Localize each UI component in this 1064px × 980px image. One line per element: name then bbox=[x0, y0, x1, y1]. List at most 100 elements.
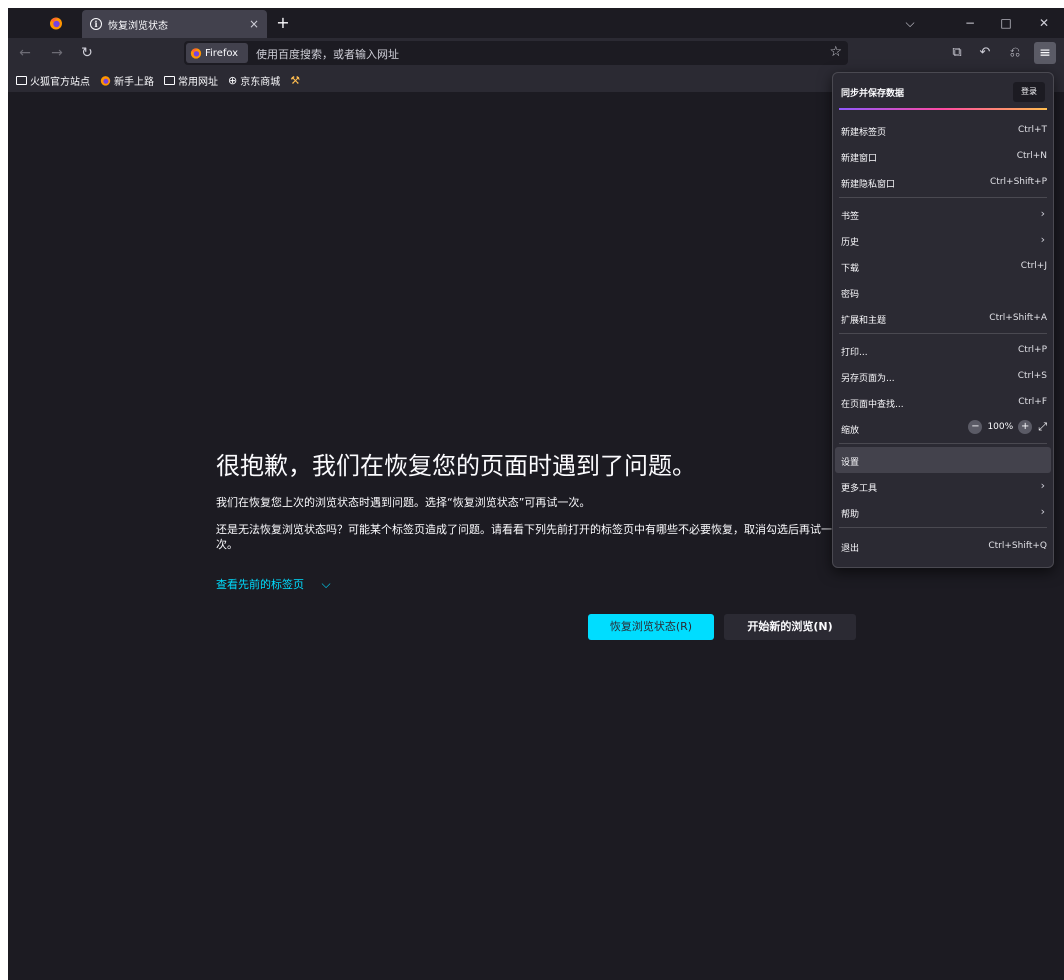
maximize-button[interactable]: □ bbox=[988, 8, 1024, 38]
firefox-logo-icon bbox=[100, 75, 111, 86]
menu-item-new-window[interactable]: 新建窗口 Ctrl+N bbox=[835, 143, 1051, 169]
identity-box[interactable]: Firefox bbox=[186, 43, 248, 63]
menu-item-addons-themes[interactable]: 扩展和主题 Ctrl+Shift+A bbox=[835, 305, 1051, 331]
menu-item-downloads[interactable]: 下载 Ctrl+J bbox=[835, 253, 1051, 279]
tab-close-icon[interactable]: × bbox=[249, 17, 259, 31]
chevron-right-icon: › bbox=[1040, 505, 1045, 518]
menu-item-history[interactable]: 历史 › bbox=[835, 227, 1051, 253]
menu-item-label: 下载 bbox=[841, 264, 860, 274]
chevron-right-icon: › bbox=[1040, 479, 1045, 492]
page-title: 很抱歉，我们在恢复您的页面时遇到了问题。 bbox=[216, 452, 696, 480]
menu-item-label: 帮助 bbox=[841, 510, 860, 520]
menu-item-save-page[interactable]: 另存页面为... Ctrl+S bbox=[835, 363, 1051, 389]
bookmark-common-sites[interactable]: 常用网址 bbox=[164, 73, 218, 88]
browser-window: i 恢复浏览状态 × + ⌵ − □ ✕ ← → ↻ Firefox 使用百度搜… bbox=[8, 8, 1064, 980]
menu-item-label: 新建隐私窗口 bbox=[841, 180, 896, 190]
reload-button[interactable]: ↻ bbox=[76, 42, 98, 64]
menu-item-passwords[interactable]: 密码 bbox=[835, 279, 1051, 305]
menu-item-label: 更多工具 bbox=[841, 484, 878, 494]
url-input[interactable]: 使用百度搜索，或者输入网址 bbox=[256, 46, 399, 62]
menu-item-shortcut: Ctrl+Shift+A bbox=[989, 313, 1047, 323]
start-new-session-button[interactable]: 开始新的浏览(N) bbox=[724, 614, 856, 640]
menu-item-more-tools[interactable]: 更多工具 › bbox=[835, 473, 1051, 499]
folder-icon bbox=[164, 75, 175, 85]
menu-item-print[interactable]: 打印... Ctrl+P bbox=[835, 337, 1051, 363]
extensions-icon[interactable]: ⎌ bbox=[1004, 42, 1026, 64]
menu-item-shortcut: Ctrl+N bbox=[1016, 151, 1047, 161]
menu-item-shortcut: Ctrl+Shift+P bbox=[990, 177, 1047, 187]
menu-item-label: 扩展和主题 bbox=[841, 316, 887, 326]
nav-bar: ← → ↻ Firefox 使用百度搜索，或者输入网址 ☆ ⧉ ↶ ⎌ ≡ bbox=[8, 38, 1064, 68]
url-bar[interactable]: Firefox 使用百度搜索，或者输入网址 ☆ bbox=[184, 41, 848, 65]
tab-restore-session[interactable]: i 恢复浏览状态 × bbox=[82, 10, 267, 38]
bookmark-label: 京东商城 bbox=[240, 76, 281, 88]
bookmark-label: 火狐官方站点 bbox=[30, 76, 90, 88]
menu-item-quit[interactable]: 退出 Ctrl+Shift+Q bbox=[835, 533, 1051, 559]
bookmark-tools[interactable]: ⚒ bbox=[290, 74, 303, 87]
app-menu-panel: 同步并保存数据 登录 新建标签页 Ctrl+T 新建窗口 Ctrl+N 新建隐私… bbox=[832, 72, 1054, 568]
close-window-button[interactable]: ✕ bbox=[1026, 8, 1062, 38]
menu-item-label: 书签 bbox=[841, 212, 860, 222]
menu-item-label: 打印... bbox=[841, 348, 868, 358]
zoom-controls: − 100% + ⤢ bbox=[968, 420, 1047, 434]
bookmark-jd-mall[interactable]: ⊕ 京东商城 bbox=[228, 73, 280, 88]
bookmark-firefox-official[interactable]: 火狐官方站点 bbox=[16, 73, 90, 88]
zoom-out-button[interactable]: − bbox=[968, 420, 983, 434]
menu-item-label: 密码 bbox=[841, 290, 860, 300]
bookmark-getting-started[interactable]: 新手上路 bbox=[100, 73, 154, 88]
view-previous-tabs-label: 查看先前的标签页 bbox=[216, 578, 304, 591]
menu-item-settings[interactable]: 设置 bbox=[835, 447, 1051, 473]
tab-title: 恢复浏览状态 bbox=[108, 20, 168, 32]
globe-icon: ⊕ bbox=[228, 73, 238, 87]
menu-item-shortcut: Ctrl+Shift+Q bbox=[988, 541, 1047, 551]
fullscreen-icon[interactable]: ⤢ bbox=[1038, 420, 1047, 434]
view-previous-tabs-toggle[interactable]: 查看先前的标签页 ⌵ bbox=[216, 576, 331, 592]
menu-item-find-in-page[interactable]: 在页面中查找... Ctrl+F bbox=[835, 389, 1051, 415]
menu-item-shortcut: Ctrl+F bbox=[1018, 397, 1047, 407]
restore-session-button[interactable]: 恢复浏览状态(R) bbox=[588, 614, 714, 640]
bookmark-label: 新手上路 bbox=[114, 76, 154, 88]
signin-button[interactable]: 登录 bbox=[1013, 82, 1045, 102]
identity-label: Firefox bbox=[205, 47, 239, 59]
folder-icon bbox=[16, 75, 27, 85]
menu-item-shortcut: Ctrl+T bbox=[1017, 125, 1047, 135]
chevron-right-icon: › bbox=[1040, 207, 1045, 220]
minimize-button[interactable]: − bbox=[952, 8, 988, 38]
menu-item-bookmarks[interactable]: 书签 › bbox=[835, 201, 1051, 227]
list-all-tabs-icon[interactable]: ⌵ bbox=[892, 8, 928, 38]
menu-separator bbox=[839, 443, 1047, 444]
screenshot-icon[interactable]: ⧉ bbox=[946, 42, 968, 64]
back-button[interactable]: ← bbox=[14, 42, 36, 64]
bookmark-star-icon[interactable]: ☆ bbox=[829, 44, 842, 60]
forward-button[interactable]: → bbox=[46, 42, 68, 64]
menu-separator bbox=[839, 197, 1047, 198]
menu-item-shortcut: Ctrl+S bbox=[1017, 371, 1047, 381]
menu-item-label: 在页面中查找... bbox=[841, 400, 904, 410]
error-hint: 还是无法恢复浏览状态吗？可能某个标签页造成了问题。请看看下列先前打开的标签页中有… bbox=[216, 523, 832, 551]
error-message: 我们在恢复您上次的浏览状态时遇到问题。选择“恢复浏览状态”可再试一次。 bbox=[216, 496, 591, 509]
app-menu-button[interactable]: ≡ bbox=[1034, 42, 1056, 64]
firefox-view-button[interactable] bbox=[32, 8, 80, 38]
undo-close-tab-icon[interactable]: ↶ bbox=[974, 42, 996, 64]
menu-item-label: 缩放 bbox=[841, 426, 860, 436]
menu-item-label: 设置 bbox=[841, 458, 860, 468]
new-tab-button[interactable]: + bbox=[271, 12, 295, 34]
menu-separator bbox=[839, 527, 1047, 528]
firefox-logo-icon bbox=[50, 17, 62, 30]
menu-item-label: 另存页面为... bbox=[841, 374, 895, 384]
menu-item-help[interactable]: 帮助 › bbox=[835, 499, 1051, 525]
menu-item-label: 新建标签页 bbox=[841, 128, 887, 138]
menu-item-new-private-window[interactable]: 新建隐私窗口 Ctrl+Shift+P bbox=[835, 169, 1051, 195]
zoom-in-button[interactable]: + bbox=[1018, 420, 1033, 434]
menu-item-new-tab[interactable]: 新建标签页 Ctrl+T bbox=[835, 117, 1051, 143]
menu-item-shortcut: Ctrl+J bbox=[1020, 261, 1047, 271]
chevron-right-icon: › bbox=[1040, 233, 1045, 246]
menu-item-zoom: 缩放 − 100% + ⤢ bbox=[835, 415, 1051, 441]
info-icon: i bbox=[90, 18, 102, 30]
menu-item-label: 退出 bbox=[841, 544, 860, 554]
zoom-reset-button[interactable]: 100% bbox=[987, 422, 1013, 432]
menu-item-label: 历史 bbox=[841, 238, 860, 248]
menu-item-label: 新建窗口 bbox=[841, 154, 878, 164]
hammer-icon: ⚒ bbox=[290, 73, 301, 87]
tab-strip: i 恢复浏览状态 × + ⌵ − □ ✕ bbox=[8, 8, 1064, 38]
